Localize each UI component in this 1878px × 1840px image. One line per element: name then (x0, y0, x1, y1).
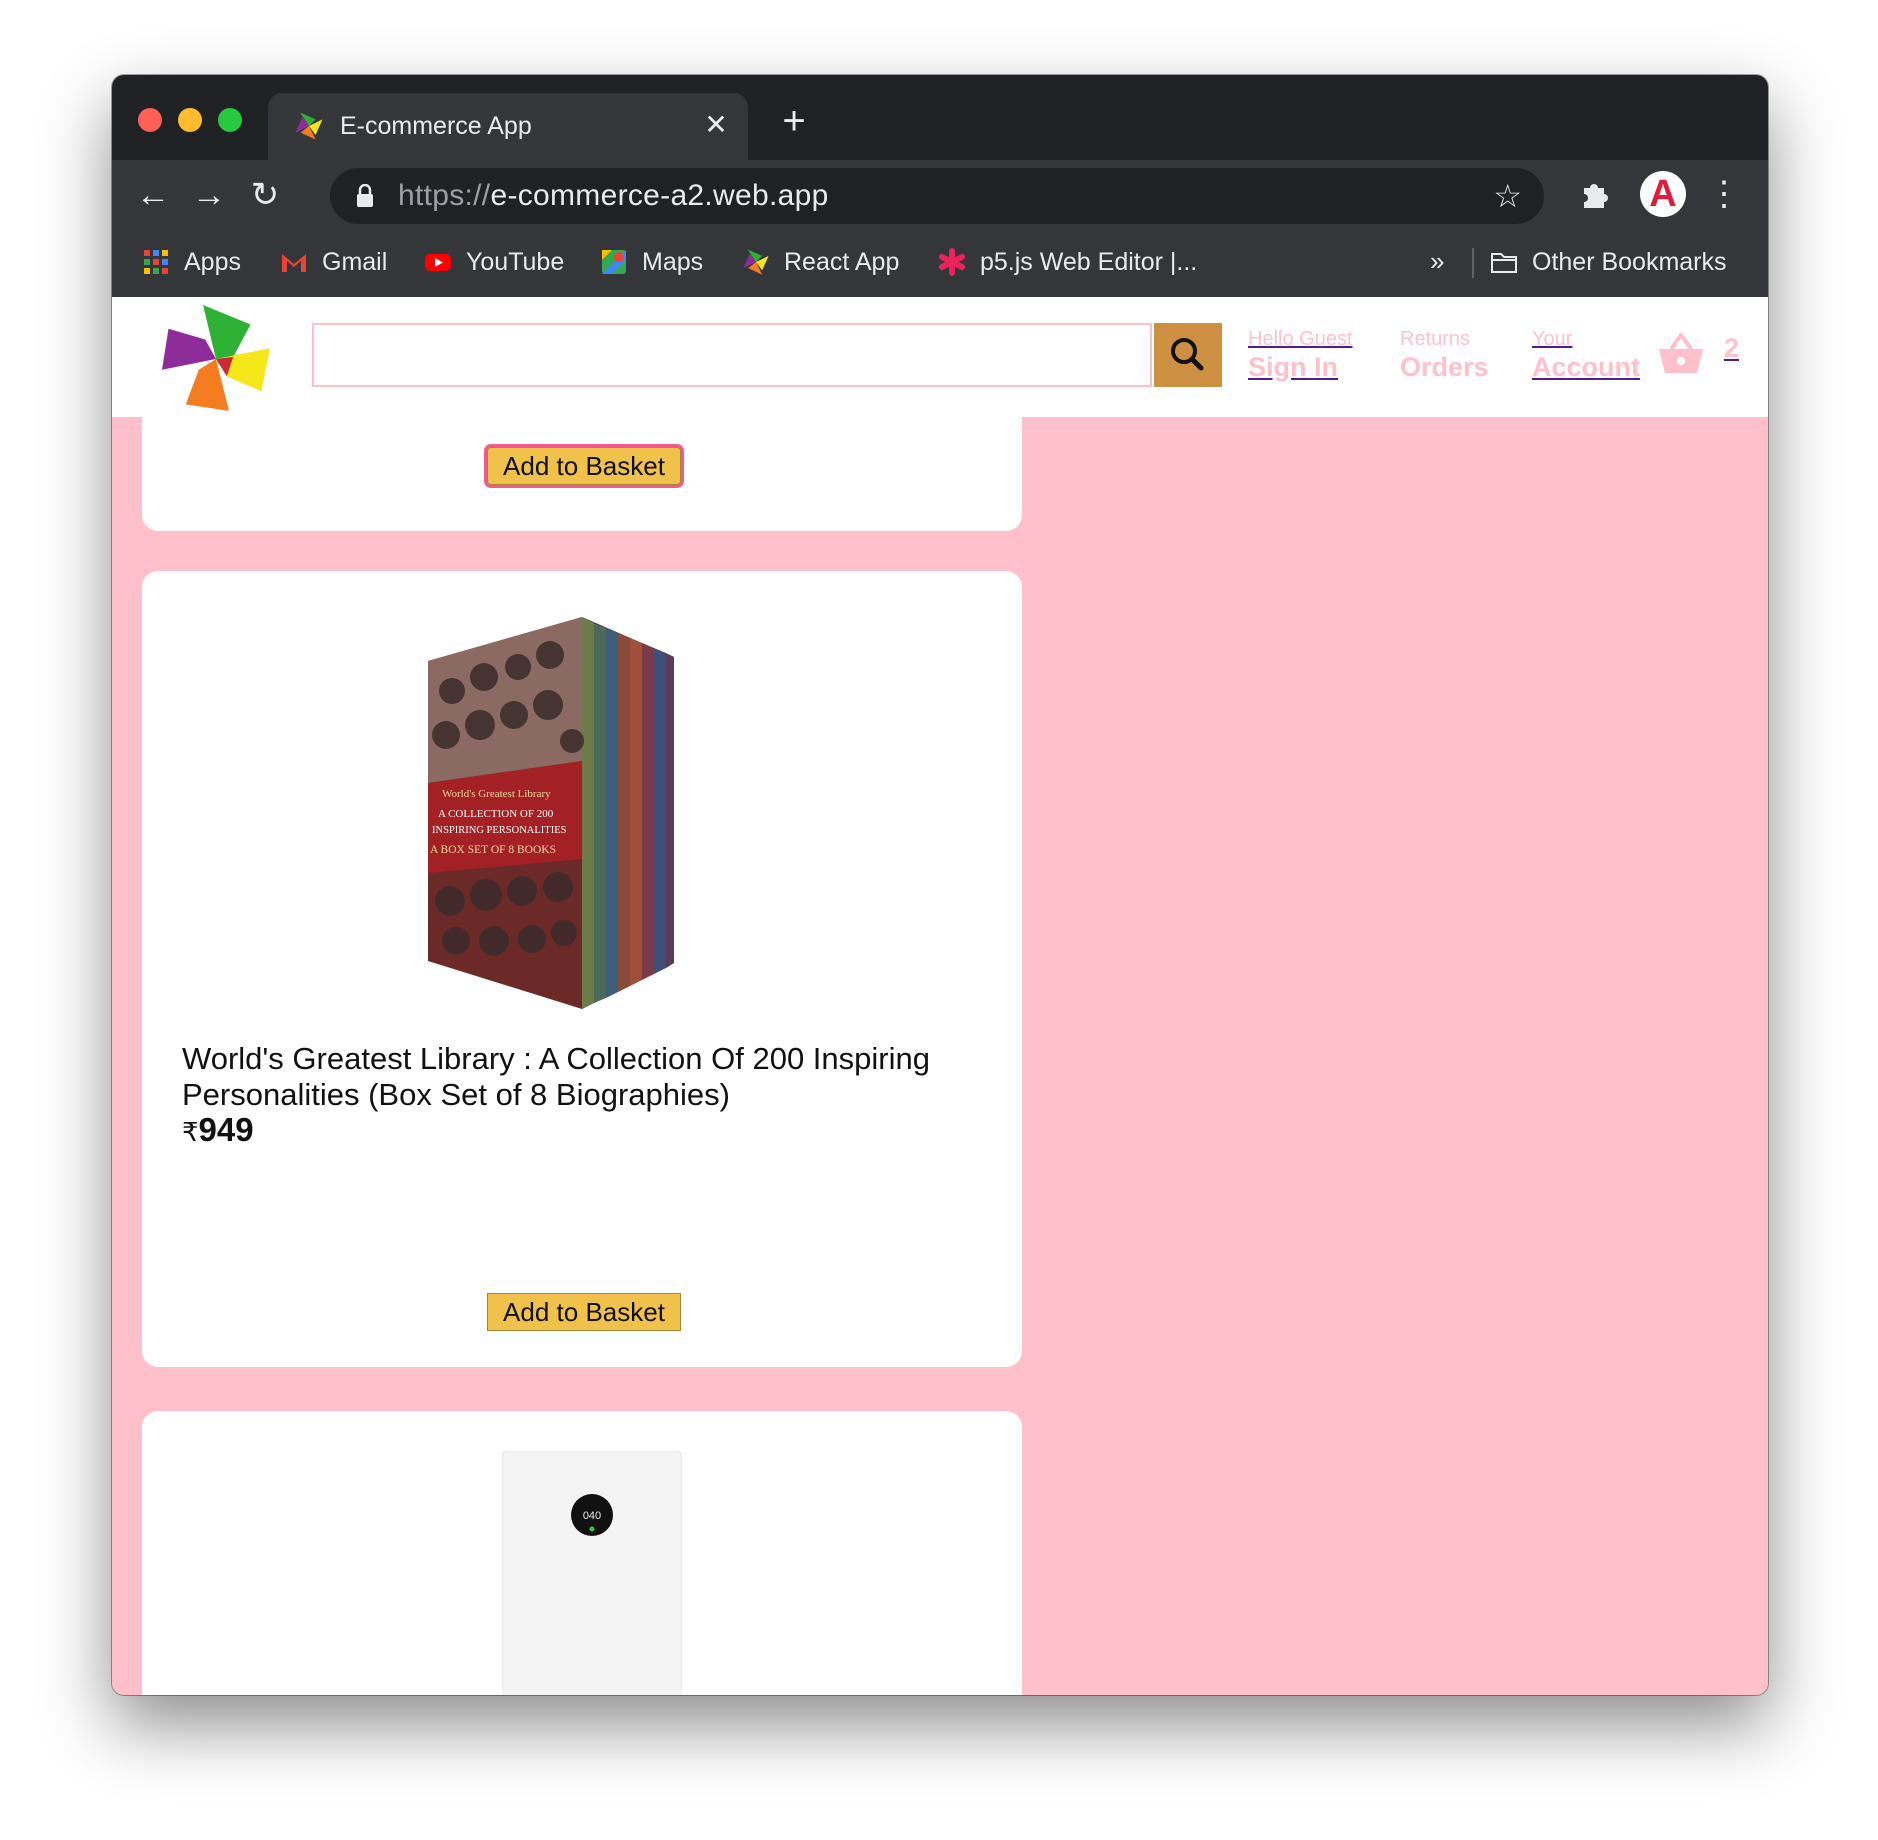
product-card: World's Greatest Library A COLLECTION OF… (142, 571, 1022, 1367)
folder-icon (1491, 253, 1517, 273)
cover-line-2: INSPIRING PERSONALITIES (432, 825, 567, 836)
tab-title: E-commerce App (340, 112, 532, 140)
tab-close-icon[interactable]: ✕ (698, 107, 734, 143)
basket-count[interactable]: 2 (1724, 333, 1739, 364)
purifier-readout: 040 (583, 1510, 601, 1522)
search-input[interactable] (312, 323, 1152, 387)
bookmark-label: Apps (184, 247, 241, 276)
cover-line-1: A COLLECTION OF 200 (438, 808, 554, 820)
add-to-basket-button[interactable]: Add to Basket (487, 447, 681, 485)
browser-toolbar: ← → ↻ https://e-commerce-a2.web.app ☆ A … (112, 160, 1768, 230)
other-bookmarks-folder[interactable]: Other Bookmarks (1490, 242, 1727, 282)
bookmark-label: Gmail (322, 247, 388, 276)
bookmark-youtube[interactable]: YouTube (424, 242, 564, 282)
minimize-window-button[interactable] (178, 108, 202, 132)
browser-menu-icon[interactable]: ⋮ (1704, 174, 1744, 214)
back-arrow-icon[interactable]: ← (130, 172, 176, 218)
url-text: https://e-commerce-a2.web.app (398, 178, 829, 214)
price-amount: 949 (198, 1111, 254, 1148)
profile-letter: A (1649, 173, 1677, 215)
extensions-puzzle-icon[interactable] (1578, 176, 1614, 212)
maximize-window-button[interactable] (218, 108, 242, 132)
bookmark-star-icon[interactable]: ☆ (1493, 176, 1522, 216)
add-to-basket-button[interactable]: Add to Basket (487, 1293, 681, 1331)
bookmark-gmail[interactable]: Gmail (280, 242, 387, 282)
bookmark-label: Maps (642, 247, 704, 276)
bookmark-label: React App (784, 247, 900, 276)
cover-line-3: A BOX SET OF 8 BOOKS (430, 844, 556, 856)
bookmark-label: Other Bookmarks (1532, 247, 1727, 276)
product-card: 040 (142, 1411, 1022, 1695)
lock-icon (357, 184, 373, 207)
bookmarks-divider (1472, 248, 1474, 278)
site-header: Hello Guest Sign In Returns Orders Your … (112, 297, 1768, 417)
bookmark-label: YouTube (466, 247, 565, 276)
maps-icon (602, 250, 626, 274)
bookmark-p5js[interactable]: p5.js Web Editor |... (938, 242, 1197, 282)
apps-grid-icon (144, 250, 168, 274)
gmail-icon (282, 254, 306, 272)
profile-avatar[interactable]: A (1640, 171, 1686, 217)
search-button[interactable] (1154, 323, 1222, 387)
sign-in-link[interactable]: Hello Guest Sign In (1248, 327, 1353, 383)
reload-icon[interactable]: ↻ (242, 172, 288, 218)
basket-icon[interactable] (1657, 331, 1705, 375)
bookmark-label: p5.js Web Editor |... (980, 247, 1198, 276)
bookmark-apps[interactable]: Apps (142, 242, 241, 282)
orders-text: Orders (1400, 352, 1489, 382)
browser-window: E-commerce App ✕ + ← → ↻ https://e-comme… (112, 75, 1768, 1695)
pinwheel-icon (743, 249, 769, 275)
product-image-book-box-set: World's Greatest Library A COLLECTION OF… (428, 617, 674, 1009)
pinwheel-icon (295, 112, 323, 140)
bookmark-maps[interactable]: Maps (600, 242, 703, 282)
p5-asterisk-icon (939, 248, 965, 276)
url-host: e-commerce-a2.web.app (490, 179, 829, 212)
product-image-air-purifier: 040 (502, 1451, 682, 1695)
new-tab-button[interactable]: + (774, 101, 814, 143)
address-bar[interactable]: https://e-commerce-a2.web.app ☆ (330, 168, 1544, 224)
currency-symbol: ₹ (182, 1117, 199, 1147)
url-scheme: https:// (398, 179, 491, 212)
more-bookmarks-chevron-icon[interactable]: » (1430, 246, 1444, 277)
returns-text: Returns (1400, 328, 1471, 350)
account-text: Account (1532, 352, 1640, 382)
your-text: Your (1532, 328, 1573, 350)
product-title: World's Greatest Library : A Collection … (182, 1041, 930, 1112)
tab-strip: E-commerce App ✕ + (112, 75, 1768, 160)
close-window-button[interactable] (138, 108, 162, 132)
product-price: ₹949 (182, 1111, 254, 1149)
browser-tab-active[interactable]: E-commerce App ✕ (268, 93, 748, 160)
account-link[interactable]: Your Account (1532, 327, 1640, 383)
forward-arrow-icon[interactable]: → (186, 172, 232, 218)
sign-in-text: Sign In (1248, 352, 1338, 382)
greeting-text: Hello Guest (1248, 328, 1353, 350)
bookmark-react-app[interactable]: React App (742, 242, 899, 282)
cover-series-text: World's Greatest Library (442, 788, 551, 800)
orders-link[interactable]: Returns Orders (1400, 327, 1489, 383)
pinwheel-logo[interactable] (162, 305, 270, 413)
search-icon (1171, 338, 1204, 371)
youtube-icon (425, 254, 451, 271)
bookmarks-bar: Apps Gmail YouTube Maps React App p5.js … (112, 230, 1768, 297)
web-page: Add to Basket World's Greatest Library A… (112, 297, 1768, 1695)
